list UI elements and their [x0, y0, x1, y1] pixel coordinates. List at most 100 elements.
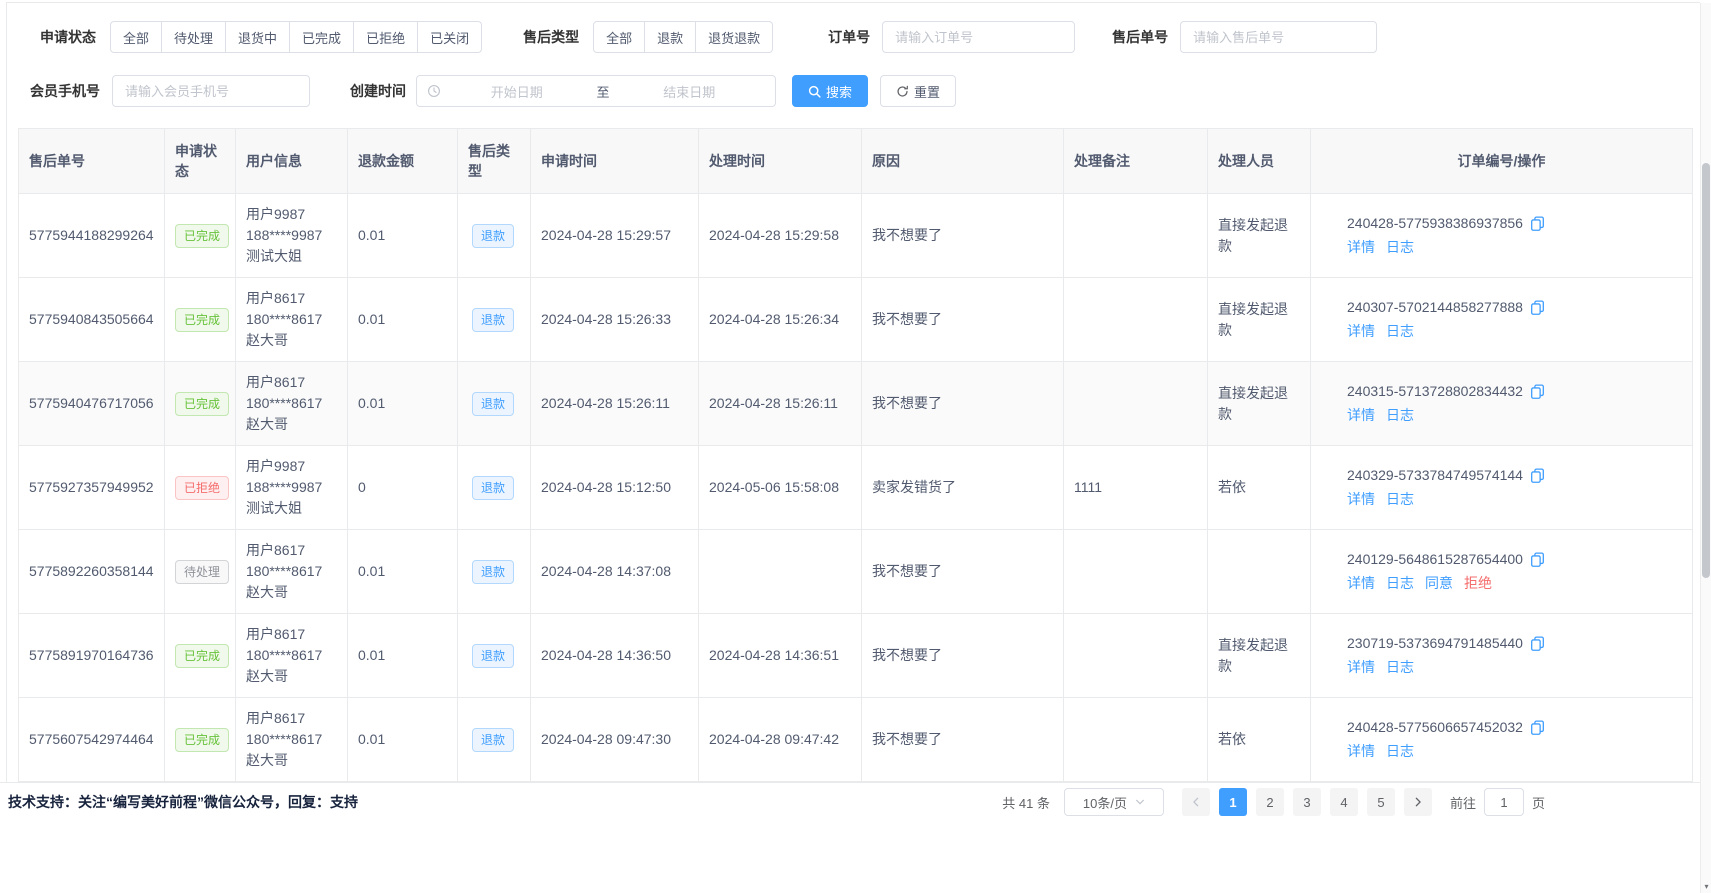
status-filter-completed[interactable]: 已完成: [290, 21, 354, 53]
type-filter-refund[interactable]: 退款: [645, 21, 696, 53]
prev-page-button[interactable]: [1182, 788, 1210, 816]
cell-handle-remark: [1064, 362, 1208, 446]
page-size-select[interactable]: 10条/页: [1064, 788, 1164, 816]
action-link[interactable]: 日志: [1386, 575, 1414, 591]
page-button-5[interactable]: 5: [1367, 788, 1395, 816]
user-info-line: 赵大哥: [246, 750, 337, 771]
action-link[interactable]: 详情: [1347, 575, 1375, 591]
user-info-line: 180****8617: [246, 393, 337, 414]
aftersale-no-input[interactable]: [1180, 21, 1377, 53]
header-aftersale-type: 售后类型: [458, 129, 531, 194]
aftersale-type-tag: 退款: [472, 224, 514, 248]
search-button[interactable]: 搜索: [792, 75, 868, 107]
cell-apply-time: 2024-04-28 15:12:50: [531, 446, 699, 530]
refresh-icon: [896, 85, 909, 98]
action-link[interactable]: 详情: [1347, 743, 1375, 759]
cell-aftersale-type: 退款: [458, 446, 531, 530]
cell-aftersale-no: 5775927357949952: [19, 446, 165, 530]
status-tag: 待处理: [175, 560, 229, 584]
copy-icon[interactable]: [1530, 468, 1545, 483]
status-filter-rejected[interactable]: 已拒绝: [354, 21, 418, 53]
scrollbar-thumb[interactable]: [1702, 163, 1710, 578]
action-link[interactable]: 拒绝: [1464, 575, 1492, 591]
action-link[interactable]: 同意: [1425, 575, 1453, 591]
user-info-line: 用户8617: [246, 288, 337, 309]
action-link[interactable]: 日志: [1386, 323, 1414, 339]
tech-support-text: 技术支持：关注“编写美好前程”微信公众号，回复：支持: [8, 792, 358, 812]
type-filter-all[interactable]: 全部: [593, 21, 645, 53]
order-number: 240428-5775606657452032: [1347, 717, 1523, 738]
cell-handle-remark: [1064, 194, 1208, 278]
user-info-line: 用户9987: [246, 456, 337, 477]
order-no-input[interactable]: [882, 21, 1075, 53]
copy-icon[interactable]: [1530, 720, 1545, 735]
user-info-line: 180****8617: [246, 645, 337, 666]
header-apply-status: 申请状态: [165, 129, 236, 194]
page-button-3[interactable]: 3: [1293, 788, 1321, 816]
action-link[interactable]: 详情: [1347, 323, 1375, 339]
vertical-scrollbar[interactable]: ▾: [1700, 3, 1711, 893]
copy-icon[interactable]: [1530, 636, 1545, 651]
order-line: 240315-5713728802834432: [1347, 381, 1682, 402]
user-info-line: 赵大哥: [246, 582, 337, 603]
cell-refund-amount: 0.01: [348, 194, 458, 278]
cell-apply-status: 已完成: [165, 278, 236, 362]
create-time-range-picker[interactable]: 开始日期 至 结束日期: [416, 75, 776, 107]
status-filter-returning[interactable]: 退货中: [226, 21, 290, 53]
member-phone-input[interactable]: [112, 75, 310, 107]
status-tag: 已拒绝: [175, 476, 229, 500]
action-link[interactable]: 日志: [1386, 407, 1414, 423]
cell-handle-remark: [1064, 698, 1208, 782]
action-link[interactable]: 日志: [1386, 239, 1414, 255]
status-filter-pending[interactable]: 待处理: [162, 21, 226, 53]
cell-user-info: 用户9987188****9987测试大姐: [236, 446, 348, 530]
row-actions: 详情日志: [1347, 321, 1682, 342]
header-refund-amount: 退款金额: [348, 129, 458, 194]
status-filter-all[interactable]: 全部: [110, 21, 162, 53]
header-order-no-ops: 订单编号/操作: [1311, 129, 1693, 194]
cell-aftersale-type: 退款: [458, 194, 531, 278]
row-actions: 详情日志: [1347, 741, 1682, 762]
cell-handler: 若依: [1208, 446, 1311, 530]
status-tag: 已完成: [175, 644, 229, 668]
scrollbar-down-arrow[interactable]: ▾: [1702, 882, 1711, 891]
goto-page-input[interactable]: [1484, 788, 1524, 816]
chevron-down-icon: [1135, 797, 1145, 807]
table-row: 5775940476717056已完成用户8617180****8617赵大哥0…: [19, 362, 1693, 446]
cell-reason: 我不想要了: [862, 362, 1064, 446]
cell-handle-remark: [1064, 530, 1208, 614]
row-actions: 详情日志: [1347, 657, 1682, 678]
reset-button[interactable]: 重置: [880, 75, 956, 107]
action-link[interactable]: 详情: [1347, 659, 1375, 675]
copy-icon[interactable]: [1530, 552, 1545, 567]
copy-icon[interactable]: [1530, 300, 1545, 315]
status-filter-closed[interactable]: 已关闭: [418, 21, 482, 53]
order-number: 240329-5733784749574144: [1347, 465, 1523, 486]
aftersale-type-label: 售后类型: [523, 27, 579, 47]
action-link[interactable]: 详情: [1347, 239, 1375, 255]
action-link[interactable]: 详情: [1347, 491, 1375, 507]
next-page-button[interactable]: [1404, 788, 1432, 816]
page-button-1[interactable]: 1: [1219, 788, 1247, 816]
copy-icon[interactable]: [1530, 216, 1545, 231]
cell-handle-time: 2024-04-28 15:29:58: [699, 194, 862, 278]
page-button-4[interactable]: 4: [1330, 788, 1358, 816]
user-info-line: 测试大姐: [246, 246, 337, 267]
user-info-line: 用户9987: [246, 204, 337, 225]
page-button-2[interactable]: 2: [1256, 788, 1284, 816]
end-date-placeholder: 结束日期: [614, 82, 766, 101]
action-link[interactable]: 日志: [1386, 743, 1414, 759]
action-link[interactable]: 日志: [1386, 491, 1414, 507]
cell-refund-amount: 0.01: [348, 530, 458, 614]
action-link[interactable]: 详情: [1347, 407, 1375, 423]
copy-icon[interactable]: [1530, 384, 1545, 399]
status-tag: 已完成: [175, 224, 229, 248]
action-link[interactable]: 日志: [1386, 659, 1414, 675]
cell-reason: 我不想要了: [862, 530, 1064, 614]
user-info-line: 用户8617: [246, 708, 337, 729]
cell-aftersale-no: 5775944188299264: [19, 194, 165, 278]
type-filter-return-refund[interactable]: 退货退款: [696, 21, 773, 53]
cell-reason: 我不想要了: [862, 698, 1064, 782]
chevron-right-icon: [1413, 797, 1423, 807]
cell-user-info: 用户8617180****8617赵大哥: [236, 278, 348, 362]
